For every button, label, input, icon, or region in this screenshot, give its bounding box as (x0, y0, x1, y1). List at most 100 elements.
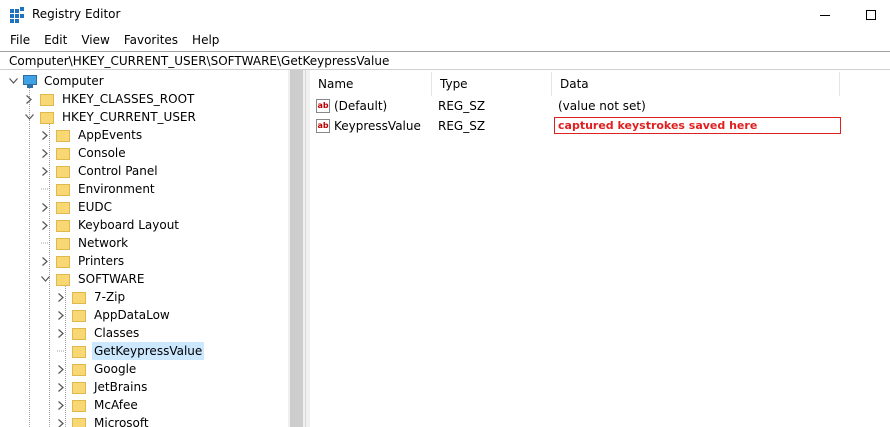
chevron-right-icon[interactable] (40, 162, 50, 180)
tree-item-label: McAfee (94, 398, 138, 412)
folder-icon (56, 201, 70, 214)
list-row-default[interactable]: ab (Default) REG_SZ (value not set) (310, 96, 890, 116)
folder-icon (40, 111, 54, 124)
tree-item-hkey-classes-root[interactable]: HKEY_CLASSES_ROOT (24, 90, 196, 108)
tree-item-network[interactable]: Network (40, 234, 130, 252)
list-header: Name Type Data (310, 72, 890, 96)
chevron-right-icon[interactable] (40, 198, 50, 216)
chevron-right-icon[interactable] (56, 288, 66, 306)
menu-help[interactable]: Help (185, 30, 226, 50)
tree-item-label: HKEY_CURRENT_USER (62, 110, 196, 124)
tree-item-appdatalow[interactable]: AppDataLow (56, 306, 172, 324)
value-name: (Default) (334, 99, 388, 113)
folder-icon (40, 93, 54, 106)
tree-item-mcafee[interactable]: McAfee (56, 396, 140, 414)
tree-item-printers[interactable]: Printers (40, 252, 126, 270)
menu-edit[interactable]: Edit (37, 30, 74, 50)
string-value-icon: ab (316, 119, 330, 133)
computer-icon (22, 74, 38, 88)
tree-item-7zip[interactable]: 7-Zip (56, 288, 127, 306)
tree-item-computer[interactable]: Computer (8, 72, 106, 90)
tree-item-eudc[interactable]: EUDC (40, 198, 114, 216)
chevron-right-icon[interactable] (56, 414, 66, 427)
menu-favorites[interactable]: Favorites (117, 30, 185, 50)
chevron-right-icon[interactable] (56, 378, 66, 396)
tree-item-software[interactable]: SOFTWARE (40, 270, 146, 288)
value-type: REG_SZ (438, 119, 486, 133)
chevron-right-icon[interactable] (24, 90, 34, 108)
value-type: REG_SZ (438, 99, 486, 113)
maximize-icon (866, 10, 876, 20)
tree-item-appevents[interactable]: AppEvents (40, 126, 144, 144)
tree-item-label: Network (78, 236, 129, 250)
tree-item-label: 7-Zip (94, 290, 126, 304)
tree-item-label: Environment (78, 182, 155, 196)
registry-tree: Computer HKEY_CLASSES_ROOT HKEY_CURRENT_… (0, 70, 305, 427)
tree-item-keyboard-layout[interactable]: Keyboard Layout (40, 216, 181, 234)
column-header-name[interactable]: Name (310, 72, 432, 96)
string-value-icon: ab (316, 99, 330, 113)
tree-item-label: Control Panel (78, 164, 158, 178)
folder-icon (56, 219, 70, 232)
column-header-data[interactable]: Data (552, 72, 840, 96)
chevron-right-icon[interactable] (40, 252, 50, 270)
tree-connector (40, 234, 50, 252)
column-header-type[interactable]: Type (432, 72, 552, 96)
folder-icon (72, 327, 86, 340)
chevron-right-icon[interactable] (40, 216, 50, 234)
tree-item-label: EUDC (78, 200, 112, 214)
chevron-right-icon[interactable] (56, 396, 66, 414)
tree-item-hkey-current-user[interactable]: HKEY_CURRENT_USER (24, 108, 198, 126)
chevron-right-icon[interactable] (56, 306, 66, 324)
tree-item-label: Computer (44, 74, 104, 88)
chevron-right-icon[interactable] (56, 360, 66, 378)
tree-item-label: AppDataLow (94, 308, 170, 322)
folder-icon (56, 237, 70, 250)
tree-item-environment[interactable]: Environment (40, 180, 157, 198)
chevron-down-icon[interactable] (40, 270, 50, 288)
tree-item-label: HKEY_CLASSES_ROOT (62, 92, 195, 106)
tree-connector (56, 342, 66, 360)
folder-icon (72, 399, 86, 412)
menu-file[interactable]: File (0, 30, 37, 50)
folder-icon (72, 309, 86, 322)
chevron-right-icon[interactable] (40, 126, 50, 144)
minimize-button[interactable] (802, 0, 848, 30)
tree-item-microsoft[interactable]: Microsoft (56, 414, 151, 427)
list-row-keypressvalue[interactable]: ab KeypressValue REG_SZ captured keystro… (310, 116, 890, 136)
tree-connector (40, 180, 50, 198)
maximize-button[interactable] (848, 0, 890, 30)
menu-view[interactable]: View (74, 30, 116, 50)
title-bar: Registry Editor (0, 0, 890, 30)
tree-item-label: Console (78, 146, 126, 160)
tree-item-label: Keyboard Layout (78, 218, 180, 232)
folder-icon (72, 381, 86, 394)
chevron-right-icon[interactable] (40, 144, 50, 162)
folder-icon (72, 291, 86, 304)
address-bar[interactable]: Computer\HKEY_CURRENT_USER\SOFTWARE\GetK… (0, 51, 890, 70)
tree-item-label: SOFTWARE (78, 272, 145, 286)
tree-scrollbar-thumb[interactable] (290, 70, 303, 427)
folder-icon (56, 129, 70, 142)
window-title: Registry Editor (32, 7, 121, 21)
tree-item-classes[interactable]: Classes (56, 324, 141, 342)
folder-icon (56, 273, 70, 286)
tree-item-label: Google (94, 362, 137, 376)
folder-icon (56, 165, 70, 178)
chevron-down-icon[interactable] (24, 108, 34, 126)
folder-icon (72, 345, 86, 358)
folder-icon (56, 183, 70, 196)
tree-item-label: GetKeypressValue (92, 342, 205, 360)
chevron-down-icon[interactable] (8, 72, 18, 90)
tree-item-control-panel[interactable]: Control Panel (40, 162, 160, 180)
minimize-icon (820, 14, 830, 16)
tree-item-google[interactable]: Google (56, 360, 138, 378)
tree-item-console[interactable]: Console (40, 144, 128, 162)
tree-item-getkeypressvalue[interactable]: GetKeypressValue (56, 342, 205, 360)
chevron-right-icon[interactable] (56, 324, 66, 342)
folder-icon (72, 417, 86, 427)
tree-guide-line (29, 88, 30, 427)
tree-item-label: Classes (94, 326, 140, 340)
tree-item-jetbrains[interactable]: JetBrains (56, 378, 149, 396)
folder-icon (56, 255, 70, 268)
